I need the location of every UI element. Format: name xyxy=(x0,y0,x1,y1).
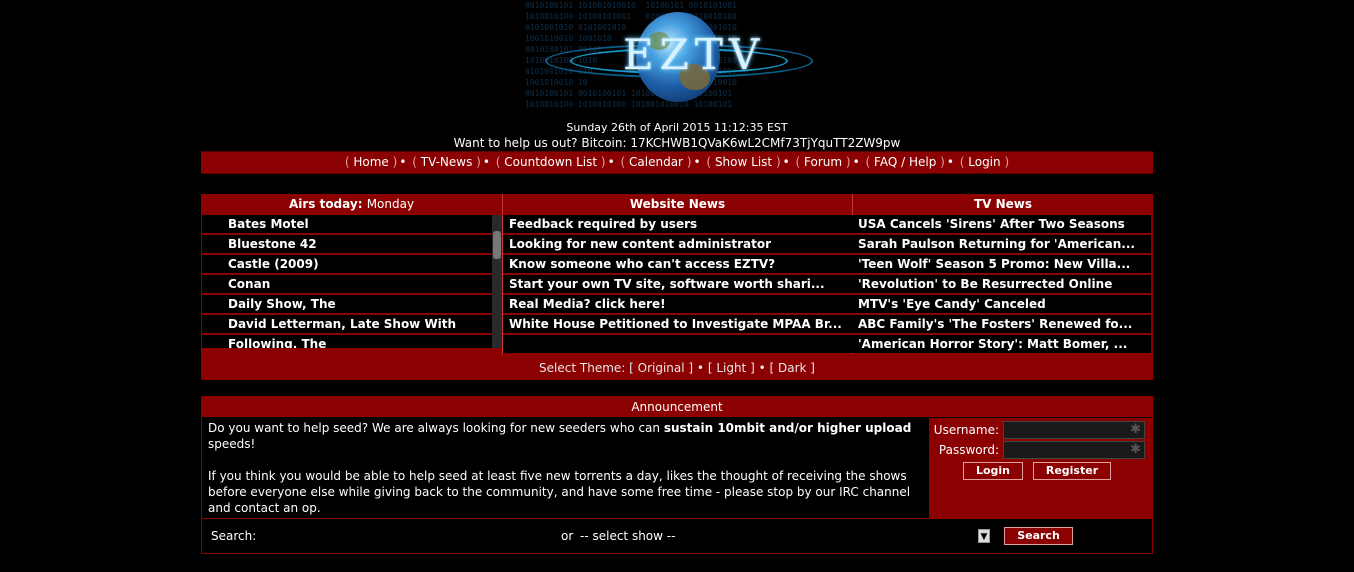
nav-countdown-list[interactable]: Countdown List xyxy=(504,155,597,169)
announcement-text: Do you want to help seed? We are always … xyxy=(208,420,923,516)
main-nav: ( Home ) • ( TV-News ) • ( Countdown List … xyxy=(201,151,1153,174)
tv-news-link[interactable]: 'American Horror Story': Matt Bomer, ... xyxy=(853,335,1151,355)
search-button[interactable]: Search xyxy=(1004,527,1073,545)
search-label: Search: xyxy=(211,529,257,543)
show-link[interactable]: Castle (2009) xyxy=(202,255,492,275)
tv-news-header: TV News xyxy=(853,194,1153,214)
show-link[interactable]: Daily Show, The xyxy=(202,295,492,315)
announcement-paragraph: If you think you would be able to help s… xyxy=(208,469,911,515)
show-link[interactable]: Bluestone 42 xyxy=(202,235,492,255)
airs-today-title: Airs today: xyxy=(288,197,363,211)
theme-label: Select Theme: xyxy=(539,361,626,375)
password-input[interactable]: ✱ xyxy=(1003,441,1145,459)
airs-today-day: Monday xyxy=(366,197,415,211)
tv-news-link[interactable]: ABC Family's 'The Fosters' Renewed fo... xyxy=(853,315,1151,335)
logo-text: EZTV xyxy=(623,30,766,79)
nav-login[interactable]: Login xyxy=(968,155,1000,169)
announcement-line: speeds! xyxy=(208,437,256,451)
register-button[interactable]: Register xyxy=(1033,462,1111,480)
site-logo[interactable]: 0010100101 101001010010 10100101 0010101… xyxy=(525,0,829,118)
tv-news-link[interactable]: 'Revolution' to Be Resurrected Online xyxy=(853,275,1151,295)
announcement-panel: Announcement Do you want to help seed? W… xyxy=(201,396,1153,554)
show-link[interactable]: David Letterman, Late Show With xyxy=(202,315,492,335)
search-bar: Search: or -- select show -- ▼ Search xyxy=(202,518,1152,554)
required-icon: ✱ xyxy=(1130,422,1141,437)
website-news-empty xyxy=(503,335,853,353)
show-select[interactable]: -- select show -- ▼ xyxy=(580,527,990,545)
announcement-line: Do you want to help seed? We are always … xyxy=(208,421,664,435)
info-panels: Airs today: Monday Website News TV News … xyxy=(201,194,1153,380)
username-input[interactable]: ✱ xyxy=(1003,421,1145,439)
website-news-header: Website News xyxy=(503,194,852,214)
airs-today-header: Airs today: Monday xyxy=(201,194,502,214)
username-label: Username: xyxy=(933,423,999,437)
show-link[interactable]: Bates Motel xyxy=(202,215,492,235)
tv-news-link[interactable]: MTV's 'Eye Candy' Canceled xyxy=(853,295,1151,315)
website-news-link[interactable]: Start your own TV site, software worth s… xyxy=(503,275,853,295)
website-news-link[interactable]: Looking for new content administrator xyxy=(503,235,853,255)
server-datetime: Sunday 26th of April 2015 11:12:35 EST xyxy=(566,121,788,134)
tv-news-link[interactable]: 'Teen Wolf' Season 5 Promo: New Villa... xyxy=(853,255,1151,275)
website-news-list: Feedback required by users Looking for n… xyxy=(503,215,853,353)
announcement-bold: sustain 10mbit and/or higher upload xyxy=(663,421,912,435)
airs-today-list: Bates Motel Bluestone 42 Castle (2009) C… xyxy=(202,215,492,348)
nav-faq-help[interactable]: FAQ / Help xyxy=(874,155,936,169)
theme-light[interactable]: Light xyxy=(716,361,746,375)
login-form: Username: ✱ Password: ✱ Login Register xyxy=(929,418,1152,518)
required-icon: ✱ xyxy=(1130,442,1141,457)
nav-calendar[interactable]: Calendar xyxy=(629,155,683,169)
website-news-link[interactable]: Feedback required by users xyxy=(503,215,853,235)
search-or: or xyxy=(561,529,574,543)
theme-original[interactable]: Original xyxy=(638,361,685,375)
tv-news-link[interactable]: USA Cancels 'Sirens' After Two Seasons xyxy=(853,215,1151,235)
login-button[interactable]: Login xyxy=(963,462,1023,480)
show-link[interactable]: Following, The xyxy=(202,335,492,348)
website-news-link[interactable]: Know someone who can't access EZTV? xyxy=(503,255,853,275)
scrollbar-thumb[interactable] xyxy=(493,231,501,259)
theme-dark[interactable]: Dark xyxy=(778,361,806,375)
bitcoin-donation: Want to help us out? Bitcoin: 17KCHWB1QV… xyxy=(453,136,901,150)
nav-tv-news[interactable]: TV-News xyxy=(421,155,473,169)
nav-forum[interactable]: Forum xyxy=(804,155,842,169)
nav-home[interactable]: Home xyxy=(353,155,388,169)
website-news-link[interactable]: White House Petitioned to Investigate MP… xyxy=(503,315,853,335)
tv-news-list: USA Cancels 'Sirens' After Two Seasons S… xyxy=(853,215,1151,355)
tv-news-link[interactable]: Sarah Paulson Returning for 'American... xyxy=(853,235,1151,255)
show-select-value: -- select show -- xyxy=(580,529,676,543)
website-news-link[interactable]: Real Media? click here! xyxy=(503,295,853,315)
announcement-title: Announcement xyxy=(202,397,1152,417)
nav-show-list[interactable]: Show List xyxy=(715,155,772,169)
chevron-down-icon[interactable]: ▼ xyxy=(978,529,990,543)
password-label: Password: xyxy=(938,443,999,457)
airs-today-scrollbar[interactable] xyxy=(492,215,502,348)
show-link[interactable]: Conan xyxy=(202,275,492,295)
theme-selector: Select Theme: [ Original ] • [ Light ] •… xyxy=(539,361,815,375)
